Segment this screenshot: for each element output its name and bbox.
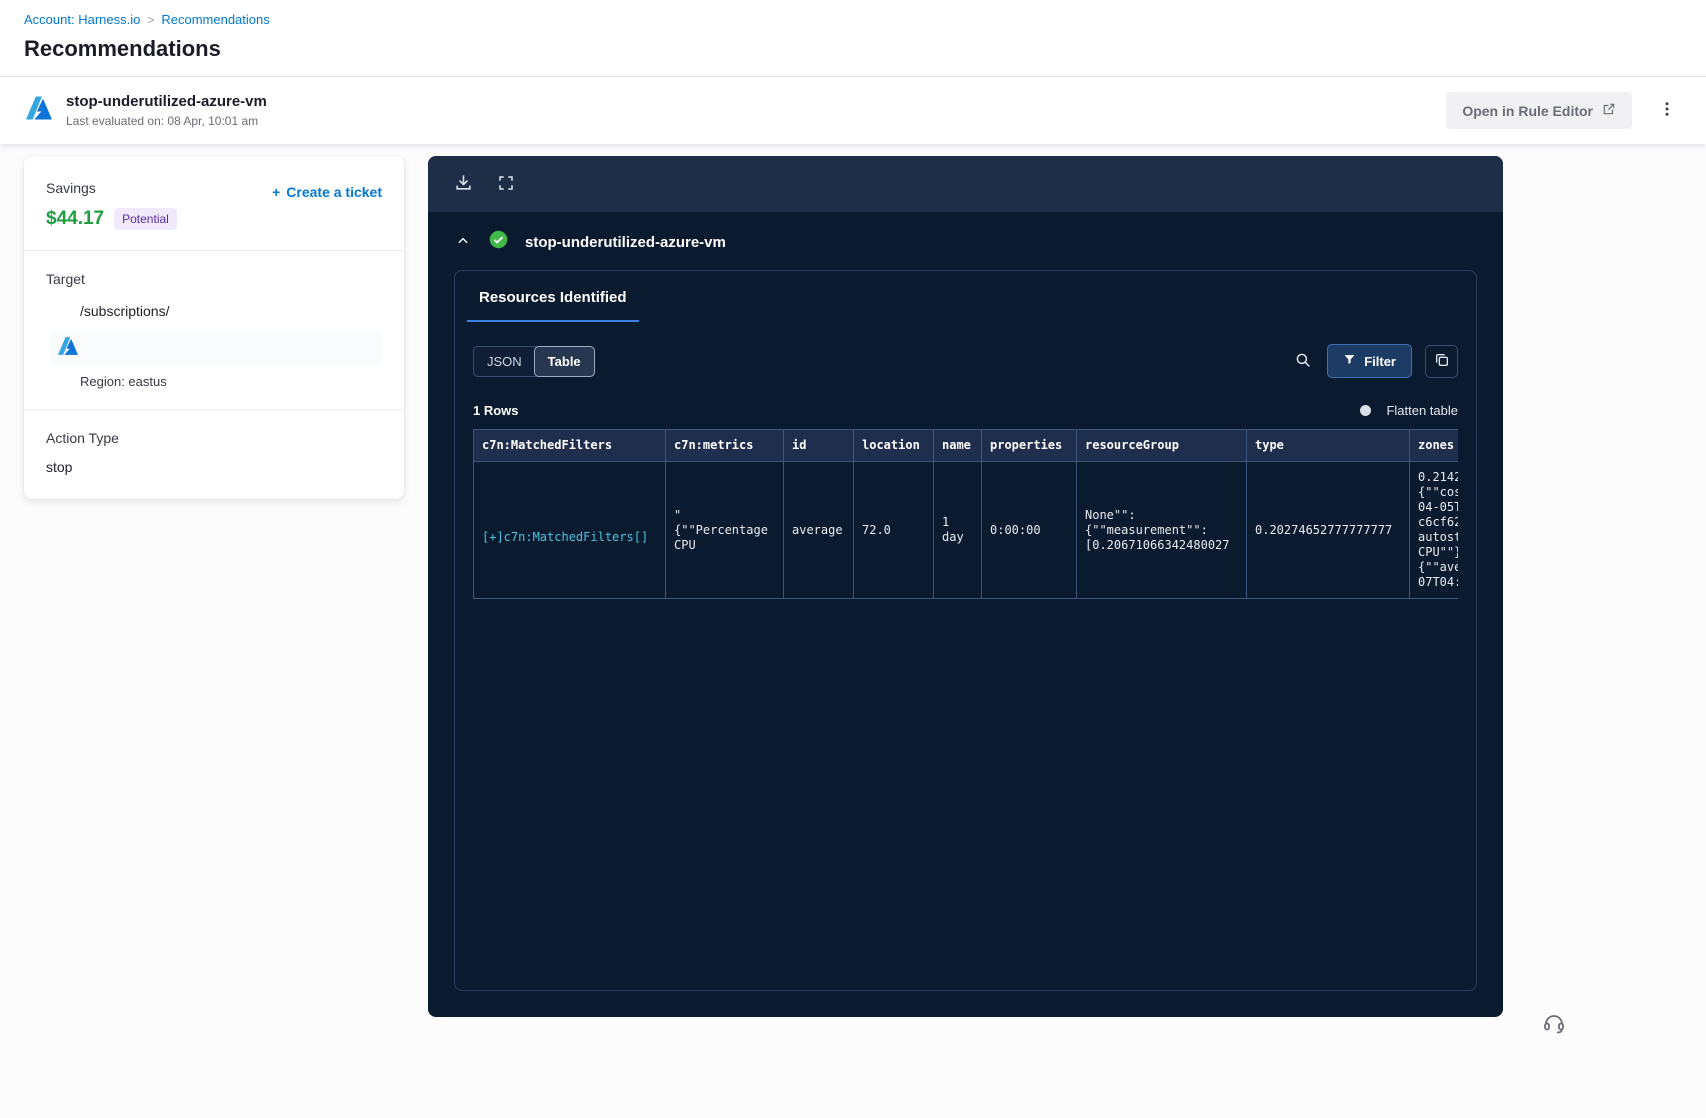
open-in-rule-editor-button[interactable]: Open in Rule Editor [1446,92,1632,129]
recommendation-subtitle: Last evaluated on: 08 Apr, 10:01 am [66,114,259,128]
action-type-label: Action Type [46,430,119,446]
viewer-toolbar [428,156,1503,212]
action-type-section: Action Type stop [24,430,404,475]
action-type-value: stop [46,459,73,475]
azure-icon-small [58,337,78,360]
plus-icon: + [272,184,281,200]
kebab-menu-button[interactable] [1654,95,1680,126]
tab-resources-identified[interactable]: Resources Identified [467,289,639,322]
potential-badge: Potential [114,208,177,230]
external-link-icon [1602,102,1616,119]
search-icon [1294,351,1312,372]
column-header-location: location [853,429,934,462]
viewer-section-header: stop-underutilized-azure-vm [428,212,1503,256]
column-header-metrics: c7n:metrics [665,429,784,462]
column-header-name: name [933,429,982,462]
recommendation-header: stop-underutilized-azure-vm Last evaluat… [0,77,1706,144]
expand-matched-filters-link[interactable]: [+]c7n:MatchedFilters[] [482,530,648,544]
copy-button[interactable] [1425,344,1458,378]
cell-properties: 0:00:00 [981,461,1077,599]
results-viewer-panel: stop-underutilized-azure-vm Resources Id… [428,156,1503,1017]
target-section: Target /subscriptions/ Region: eastus [24,271,404,389]
expand-button[interactable] [495,172,517,197]
cell-matched-filters: [+]c7n:MatchedFilters[] [473,461,666,599]
support-button[interactable] [1542,1011,1566,1038]
breadcrumb-recommendations-link[interactable]: Recommendations [161,12,269,27]
column-header-type: type [1246,429,1410,462]
create-ticket-label: Create a ticket [286,184,382,200]
cell-id: average [783,461,854,599]
json-toggle-button[interactable]: JSON [474,347,535,376]
divider [24,409,404,410]
success-check-icon [489,230,508,254]
target-path: /subscriptions/ [80,303,170,319]
tabs: Resources Identified [455,271,1476,322]
top-bar: Account: Harness.io > Recommendations Re… [0,0,1706,77]
support-headset-icon [1542,1015,1566,1038]
cell-name: 1 day [933,461,982,599]
column-header-id: id [783,429,854,462]
breadcrumb-account-link[interactable]: Account: Harness.io [24,12,140,27]
column-header-zones: zones [1409,429,1458,462]
copy-icon [1434,352,1450,371]
collapse-button[interactable] [454,232,472,253]
column-header-properties: properties [981,429,1077,462]
flatten-toggle-icon [1360,405,1372,416]
recommendation-header-left: stop-underutilized-azure-vm Last evaluat… [26,93,267,128]
resources-card: Resources Identified JSON Table Filter 1… [454,270,1477,991]
row-count: 1 Rows [473,403,519,418]
table-tools: Filter [1292,344,1458,378]
breadcrumb: Account: Harness.io > Recommendations [24,12,1682,27]
view-toggle-group: JSON Table [473,345,595,377]
column-header-matched-filters: c7n:MatchedFilters [473,429,666,462]
recommendation-titles: stop-underutilized-azure-vm Last evaluat… [66,93,267,128]
fullscreen-icon [497,174,515,195]
target-region: Region: eastus [80,374,167,389]
create-ticket-link[interactable]: + Create a ticket [272,184,382,200]
savings-label: Savings [46,180,96,196]
download-button[interactable] [452,171,475,197]
recommendation-title: stop-underutilized-azure-vm [66,93,267,110]
cell-location: 72.0 [853,461,934,599]
table-row: [+]c7n:MatchedFilters[] " {""Percentage … [473,461,1458,599]
flatten-table-label: Flatten table [1386,403,1458,418]
target-label: Target [46,271,85,287]
target-resource-row [50,331,382,366]
page-title: Recommendations [24,36,221,61]
viewer-section-title: stop-underutilized-azure-vm [525,233,726,251]
recommendation-header-right: Open in Rule Editor [1446,92,1680,129]
breadcrumb-separator: > [147,12,155,27]
cell-type: 0.20274652777777777 [1246,461,1410,599]
filter-icon [1343,353,1356,369]
savings-section: Savings $44.17 Potential + Create a tick… [24,180,404,230]
cell-zones: 0.21423 {""cost 04-05T6 c6cf625 autosto … [1409,461,1458,599]
table-toggle-button[interactable]: Table [533,345,595,377]
resources-table: c7n:MatchedFilters c7n:metrics id locati… [473,429,1458,599]
table-header-row: c7n:MatchedFilters c7n:metrics id locati… [473,429,1458,462]
kebab-icon [1658,102,1676,122]
page-body: Savings $44.17 Potential + Create a tick… [0,144,1706,1017]
column-header-resource-group: resourceGroup [1076,429,1247,462]
open-in-rule-editor-label: Open in Rule Editor [1462,102,1593,119]
cell-resource-group: None"": {""measurement"": [0.20671066342… [1076,461,1247,599]
chevron-up-icon [456,234,470,251]
download-icon [454,173,473,195]
resources-table-wrap: c7n:MatchedFilters c7n:metrics id locati… [473,429,1458,599]
savings-card: Savings $44.17 Potential + Create a tick… [24,156,404,499]
savings-block: Savings $44.17 Potential [46,180,177,230]
cell-metrics: " {""Percentage CPU [665,461,784,599]
table-meta-row: 1 Rows Flatten table [455,378,1476,429]
search-button[interactable] [1292,349,1314,374]
filter-button[interactable]: Filter [1327,344,1412,378]
azure-icon [26,96,52,125]
flatten-table-toggle[interactable]: Flatten table [1360,403,1458,418]
filter-label: Filter [1364,353,1396,369]
savings-amount: $44.17 [46,208,105,229]
table-controls: JSON Table Filter [455,322,1476,378]
divider [24,250,404,251]
